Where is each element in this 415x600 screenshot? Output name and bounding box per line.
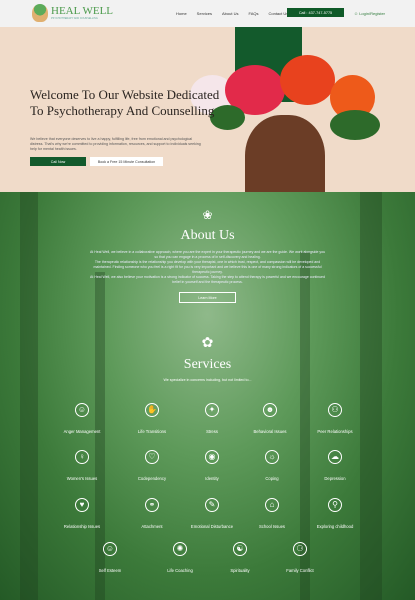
service-icon: ◉: [205, 450, 219, 464]
call-now-button[interactable]: Call Now: [30, 157, 86, 166]
nav-about[interactable]: About Us: [222, 11, 238, 16]
service-label: Life Coaching: [167, 568, 193, 573]
call-button[interactable]: Call : 437-747-5775: [287, 8, 344, 17]
service-item[interactable]: ♥ Relationship Issues: [47, 498, 117, 533]
about-paragraph: At Heal Well, we believe in a collaborat…: [89, 250, 326, 259]
service-item[interactable]: ☁ Depression: [300, 450, 370, 485]
service-item[interactable]: ⚲ Exploring childhood: [300, 498, 370, 533]
login-label: Login/Register: [359, 11, 385, 16]
about-title: About Us: [180, 228, 235, 243]
service-icon: ♥: [75, 498, 89, 512]
service-item[interactable]: ☻ Behavioral Issues: [235, 403, 305, 438]
services-title: Services: [183, 357, 232, 372]
service-icon: ♀: [75, 450, 89, 464]
service-item[interactable]: ⚇ Peer Relationships: [300, 403, 370, 438]
learn-more-button[interactable]: Learn More: [179, 292, 236, 303]
leaves: [330, 110, 380, 140]
services-subtitle: We specialize in concerns including, but…: [163, 378, 252, 382]
service-item[interactable]: ☼ Coping: [237, 450, 307, 485]
service-icon: ☺: [75, 403, 89, 417]
service-item[interactable]: ☺ Self Esteem: [75, 542, 145, 577]
service-label: Relationship Issues: [63, 524, 101, 529]
leaf-icon: ❀: [202, 208, 213, 222]
service-label: Identity: [205, 476, 219, 481]
service-label: Behavioral Issues: [253, 429, 287, 434]
nav-home[interactable]: Home: [176, 11, 187, 16]
hero-portrait-image: [190, 55, 380, 192]
hero-text: We believe that everyone deserves to liv…: [30, 137, 201, 151]
service-label: Depression: [324, 476, 346, 481]
book-consultation-button[interactable]: Book a Free 15 Minute Consultation: [90, 157, 163, 166]
service-icon: ☯: [233, 542, 247, 556]
flower: [280, 55, 335, 105]
service-icon: ☼: [265, 450, 279, 464]
service-icon: ⚇: [328, 403, 342, 417]
header: HEAL WELL PSYCHOTHERAPY AND COUNSELLING …: [0, 0, 415, 27]
about-paragraph: The therapeutic relationship is the rela…: [93, 260, 322, 274]
service-icon: ☺: [103, 542, 117, 556]
logo-icon: [32, 4, 48, 22]
about-paragraph: At Heal Well, we also believe your motiv…: [90, 275, 325, 284]
nav-faqs[interactable]: FAQs: [248, 11, 258, 16]
nav-contact[interactable]: Contact Us: [268, 11, 288, 16]
service-label: Emotional Disturbance: [190, 524, 234, 529]
hero-title: Welcome To Our Website Dedicated To Psyc…: [30, 87, 220, 118]
logo[interactable]: HEAL WELL PSYCHOTHERAPY AND COUNSELLING: [32, 4, 113, 22]
service-label: School Issues: [258, 524, 286, 529]
service-label: Family Conflict: [286, 568, 314, 573]
service-item[interactable]: ⚆ Family Conflict: [265, 542, 335, 577]
service-icon: ♡: [145, 450, 159, 464]
service-label: Exploring childhood: [316, 524, 354, 529]
service-label: Peer Relationships: [317, 429, 353, 434]
hero-section: Welcome To Our Website Dedicated To Psyc…: [0, 27, 415, 192]
service-icon: ✺: [173, 542, 187, 556]
service-label: Spirituality: [230, 568, 250, 573]
face: [245, 115, 325, 192]
service-label: Self Esteem: [98, 568, 122, 573]
service-icon: ☻: [263, 403, 277, 417]
service-icon: ☁: [328, 450, 342, 464]
service-icon: ✎: [205, 498, 219, 512]
logo-subtitle: PSYCHOTHERAPY AND COUNSELLING: [51, 17, 98, 20]
about-text: At Heal Well, we believe in a collaborat…: [0, 250, 415, 285]
service-icon: ⚭: [145, 498, 159, 512]
service-item[interactable]: ♀ Women's Issues: [47, 450, 117, 485]
service-label: Stress: [206, 429, 218, 434]
nav-services[interactable]: Services: [197, 11, 212, 16]
service-label: Codependency: [137, 476, 167, 481]
login-register-link[interactable]: ☺ Login/Register: [354, 11, 385, 16]
service-icon: ✋: [145, 403, 159, 417]
service-item[interactable]: ⌂ School Issues: [237, 498, 307, 533]
service-icon: ⚆: [293, 542, 307, 556]
logo-title: HEAL WELL: [51, 5, 114, 17]
service-icon: ⚲: [328, 498, 342, 512]
service-label: Anger Management: [63, 429, 101, 434]
service-label: Coping: [265, 476, 279, 481]
service-icon: ✦: [205, 403, 219, 417]
service-label: Attachment: [141, 524, 163, 529]
service-label: Women's Issues: [66, 476, 98, 481]
service-icon: ⌂: [265, 498, 279, 512]
service-item[interactable]: ☺ Anger Management: [47, 403, 117, 438]
service-label: Life Transitions: [137, 429, 167, 434]
plant-icon: ✿: [201, 334, 214, 350]
main-nav: Home Services About Us FAQs Contact Us: [176, 11, 288, 16]
